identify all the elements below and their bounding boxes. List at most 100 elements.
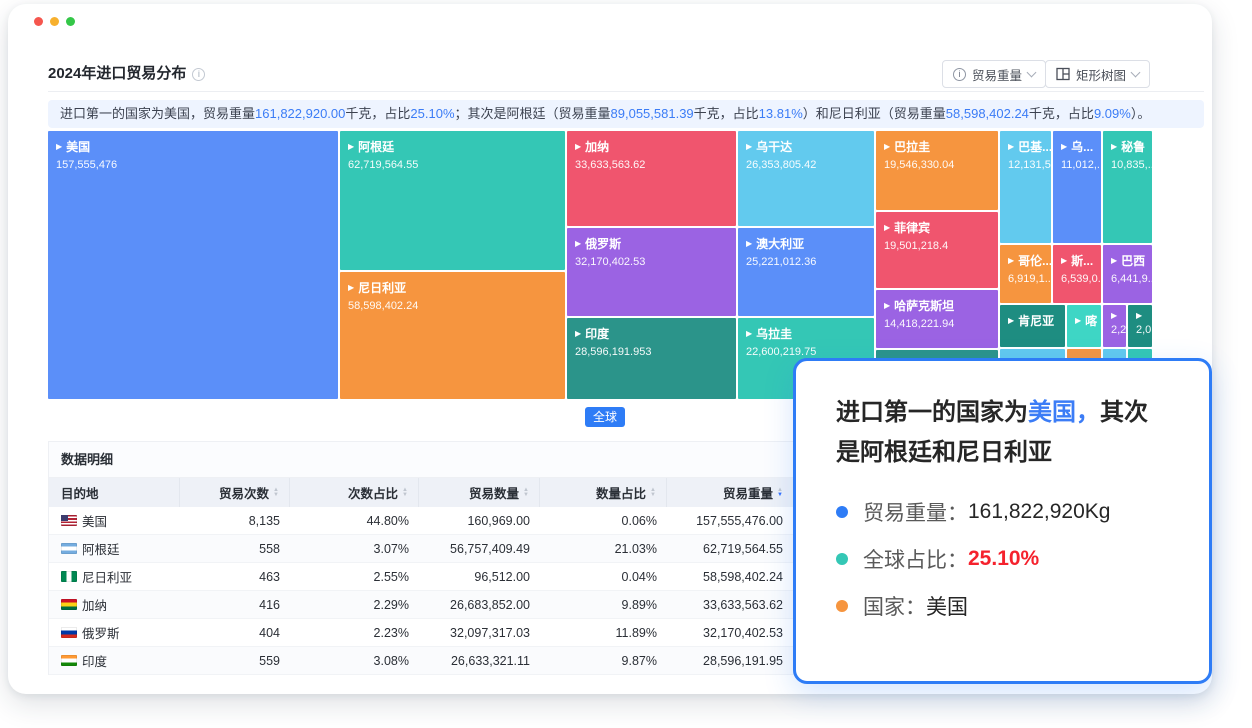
treemap-cell-colombia[interactable]: ▶哥伦...6,919,1... xyxy=(1000,245,1051,303)
flag-icon-gh xyxy=(61,599,77,610)
country-name: 乌拉圭 xyxy=(756,325,792,342)
value-cell: 404 xyxy=(180,619,290,646)
expand-arrow-icon: ▶ xyxy=(56,143,62,151)
treemap-cell-ghana[interactable]: ▶加纳33,633,563.62 xyxy=(567,131,736,226)
sort-icon[interactable]: ▲▼ xyxy=(273,488,279,498)
treemap-cell-india[interactable]: ▶印度28,596,191.953 xyxy=(567,318,736,399)
value-cell: 2.55% xyxy=(290,563,419,590)
country-name: 尼日利亚 xyxy=(82,567,132,586)
summary-segment: ；其次是阿根廷（贸易重量 xyxy=(455,106,611,121)
treemap-cell-usa[interactable]: ▶美国157,555,476 xyxy=(48,131,338,399)
treemap-cell-australia[interactable]: ▶澳大利亚25,221,012.36 xyxy=(738,228,874,316)
table-header-row: 目的地贸易次数▲▼次数占比▲▼贸易数量▲▼数量占比▲▼贸易重量▲▼ xyxy=(49,478,793,507)
treemap-root-badge[interactable]: 全球 xyxy=(585,407,625,427)
sort-icon[interactable]: ▲▼ xyxy=(402,488,408,498)
treemap-cell-value: 14,418,221.94 xyxy=(884,318,990,330)
sort-icon[interactable]: ▲▼ xyxy=(777,488,783,498)
expand-arrow-icon: ▶ xyxy=(1136,312,1142,320)
value-cell: 32,097,317.03 xyxy=(419,619,540,646)
treemap-cell-label: ▶ xyxy=(1111,312,1118,320)
treemap-cell-value: 19,501,218.4 xyxy=(884,240,990,252)
table-row: 美国8,13544.80%160,969.000.06%157,555,476.… xyxy=(49,507,793,535)
country-name: 印度 xyxy=(585,325,609,342)
column-header-label: 贸易重量 xyxy=(723,483,773,502)
treemap-cell-pakistan[interactable]: ▶巴基...12,131,5... xyxy=(1000,131,1051,243)
treemap-cell-uganda[interactable]: ▶乌干达26,353,805.42 xyxy=(738,131,874,226)
summary-segment: 9.09% xyxy=(1094,106,1131,121)
treemap-cell-label: ▶美国 xyxy=(56,138,330,155)
page-title: 2024年进口贸易分布i xyxy=(48,62,205,83)
value-cell: 2.23% xyxy=(290,619,419,646)
metric-info-icon: i xyxy=(953,68,966,81)
window-minimize-button[interactable] xyxy=(50,17,59,26)
treemap-cell-si[interactable]: ▶斯...6,539,0... xyxy=(1053,245,1101,303)
value-cell: 26,633,321.11 xyxy=(419,647,540,674)
summary-segment: 千克，占比 xyxy=(345,106,410,121)
value-cell: 558 xyxy=(180,535,290,562)
treemap-cell-small-1[interactable]: ▶2,2 xyxy=(1103,305,1126,347)
value-cell: 56,757,409.49 xyxy=(419,535,540,562)
country-name: 乌... xyxy=(1071,138,1093,155)
treemap-cell-label: ▶阿根廷 xyxy=(348,138,557,155)
treemap-cell-argentina[interactable]: ▶阿根廷62,719,564.55 xyxy=(340,131,565,270)
title-info-icon[interactable]: i xyxy=(192,68,205,81)
country-name: 巴拉圭 xyxy=(894,138,930,155)
treemap-cell-kenya[interactable]: ▶肯尼亚 xyxy=(1000,305,1065,347)
treemap-cell-brazil[interactable]: ▶巴西6,441,9... xyxy=(1103,245,1152,303)
sort-icon[interactable]: ▲▼ xyxy=(523,488,529,498)
treemap-cell-ka[interactable]: ▶喀 xyxy=(1067,305,1101,347)
expand-arrow-icon: ▶ xyxy=(1061,143,1067,151)
treemap-cell-philippines[interactable]: ▶菲律宾19,501,218.4 xyxy=(876,212,998,288)
window-close-button[interactable] xyxy=(34,17,43,26)
treemap-cell-label: ▶巴拉圭 xyxy=(884,138,990,155)
metric-select[interactable]: i 贸易重量 xyxy=(942,60,1046,88)
chart-type-select[interactable]: 矩形树图 xyxy=(1045,60,1150,88)
table-title: 数据明细 xyxy=(49,442,793,478)
table-row: 阿根廷5583.07%56,757,409.4921.03%62,719,564… xyxy=(49,535,793,563)
bullet-dot-icon xyxy=(836,553,848,565)
value-cell: 62,719,564.55 xyxy=(667,535,793,562)
value-cell: 33,633,563.62 xyxy=(667,591,793,618)
value-cell: 2.29% xyxy=(290,591,419,618)
tooltip-title-segment: 进口第一的国家为 xyxy=(836,399,1028,426)
summary-segment: 进口第一的国家为美国，贸易重量 xyxy=(60,106,255,121)
treemap-cell-nigeria[interactable]: ▶尼日利亚58,598,402.24 xyxy=(340,272,565,399)
treemap-cell-value: 33,633,563.62 xyxy=(575,159,728,171)
flag-icon-us xyxy=(61,515,77,526)
chevron-down-icon xyxy=(1027,67,1037,77)
tooltip-title: 进口第一的国家为美国，其次是阿根廷和尼日利亚 xyxy=(836,393,1171,473)
value-cell: 3.07% xyxy=(290,535,419,562)
expand-arrow-icon: ▶ xyxy=(575,143,581,151)
value-cell: 157,555,476.00 xyxy=(667,507,793,534)
flag-icon-ar xyxy=(61,543,77,554)
value-cell: 160,969.00 xyxy=(419,507,540,534)
expand-arrow-icon: ▶ xyxy=(1111,143,1117,151)
treemap-cell-russia[interactable]: ▶俄罗斯32,170,402.53 xyxy=(567,228,736,316)
country-name: 哈萨克斯坦 xyxy=(894,297,954,314)
tooltip-metric-label: 贸易重量： xyxy=(863,497,968,527)
treemap-cell-value: 2,0 xyxy=(1136,324,1144,336)
treemap-cell-paraguay[interactable]: ▶巴拉圭19,546,330.04 xyxy=(876,131,998,210)
treemap-cell-small-2[interactable]: ▶ 2,0 xyxy=(1128,305,1152,347)
country-name: 斯... xyxy=(1071,252,1093,269)
value-cell: 96,512.00 xyxy=(419,563,540,590)
treemap-cell-kazakhstan[interactable]: ▶哈萨克斯坦14,418,221.94 xyxy=(876,290,998,348)
column-header-trade-weight[interactable]: 贸易重量 ▲▼ xyxy=(667,478,793,507)
column-header-trade-count[interactable]: 贸易次数▲▼ xyxy=(180,478,290,507)
summary-text: 进口第一的国家为美国，贸易重量161,822,920.00千克，占比25.10%… xyxy=(48,100,1204,128)
column-header-trade-qty[interactable]: 贸易数量▲▼ xyxy=(419,478,540,507)
column-header-qty-ratio[interactable]: 数量占比▲▼ xyxy=(540,478,667,507)
treemap-cell-value: 28,596,191.953 xyxy=(575,346,728,358)
country-name: 印度 xyxy=(82,651,107,670)
table-row: 印度5593.08%26,633,321.119.87%28,596,191.9… xyxy=(49,647,793,675)
value-cell: 559 xyxy=(180,647,290,674)
treemap-cell-label: ▶哥伦... xyxy=(1008,252,1043,269)
treemap-cell-peru[interactable]: ▶秘鲁10,835,... xyxy=(1103,131,1152,243)
country-name: 菲律宾 xyxy=(894,219,930,236)
treemap-cell-wu[interactable]: ▶乌...11,012,... xyxy=(1053,131,1101,243)
sort-icon[interactable]: ▲▼ xyxy=(650,488,656,498)
treemap-cell-label: ▶喀 xyxy=(1075,312,1093,329)
expand-arrow-icon: ▶ xyxy=(1008,317,1014,325)
window-zoom-button[interactable] xyxy=(66,17,75,26)
column-header-count-ratio[interactable]: 次数占比▲▼ xyxy=(290,478,419,507)
